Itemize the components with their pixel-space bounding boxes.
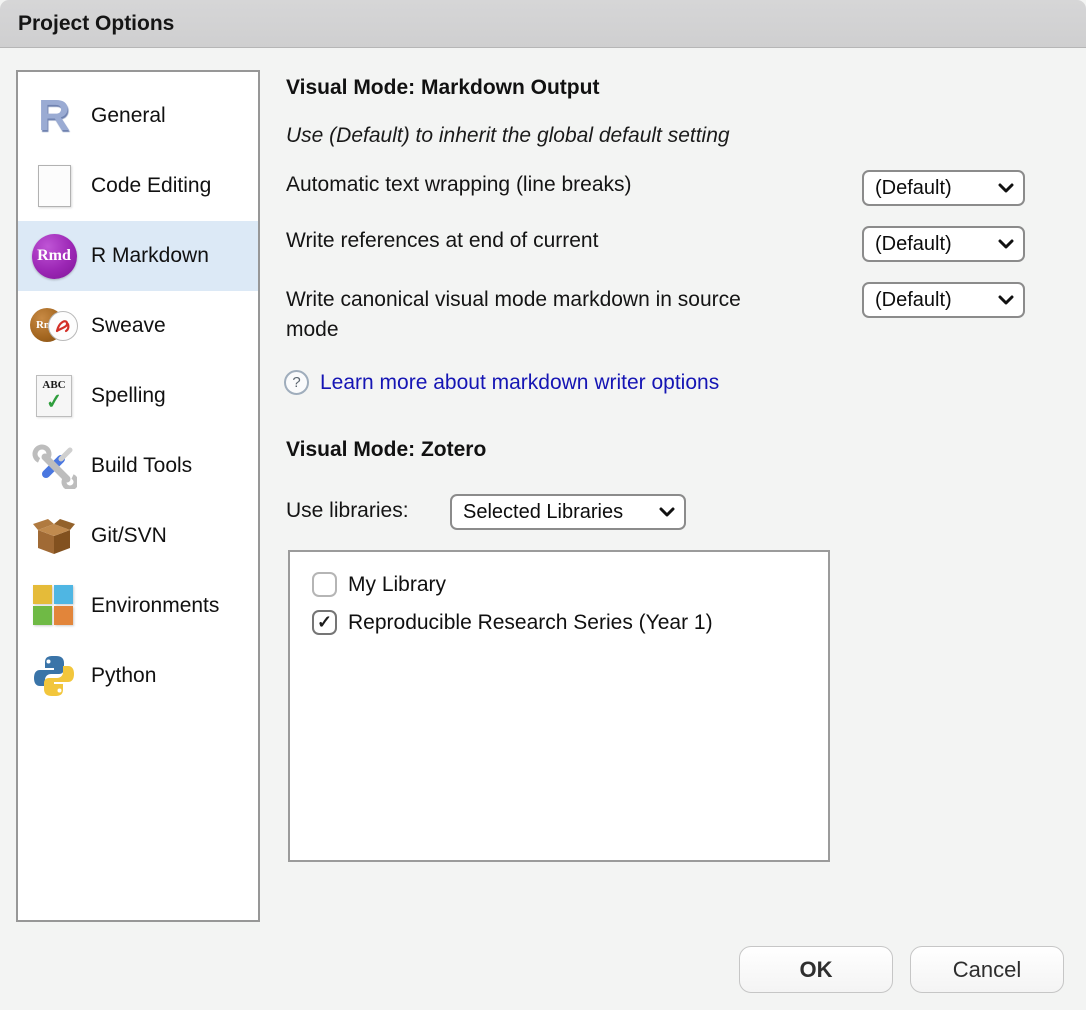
my-library-checkbox[interactable]: ✓ [312,572,337,597]
code-document-icon [30,162,78,210]
r-logo-icon: R [30,92,78,140]
sidebar-item-r-markdown[interactable]: Rmd R Markdown [18,221,258,291]
pdf-swoosh-icon [54,317,72,335]
zotero-libraries-listbox: ✓ My Library ✓ Reproducible Research Ser… [288,550,830,862]
sidebar-item-label: Python [91,664,156,688]
rmarkdown-icon: Rmd [30,232,78,280]
library-row-reproducible-research[interactable]: ✓ Reproducible Research Series (Year 1) [290,610,828,635]
sidebar-item-label: Code Editing [91,174,211,198]
spellcheck-icon: ABC ✓ [30,372,78,420]
sidebar-item-python[interactable]: Python [18,641,258,711]
reproducible-research-checkbox[interactable]: ✓ [312,610,337,635]
library-label: My Library [348,573,446,597]
sidebar-item-environments[interactable]: Environments [18,571,258,641]
use-libraries-label: Use libraries: [286,499,409,523]
zotero-heading: Visual Mode: Zotero [286,438,486,462]
window-titlebar: Project Options [0,0,1086,48]
sidebar-item-general[interactable]: R General [18,81,258,151]
text-wrapping-label: Automatic text wrapping (line breaks) [286,173,846,197]
chevron-down-icon [998,239,1014,249]
sidebar-item-label: Environments [91,594,219,618]
sidebar-item-git-svn[interactable]: Git/SVN [18,501,258,571]
sidebar-item-label: R Markdown [91,244,209,268]
package-box-icon [30,512,78,560]
canonical-markdown-select[interactable]: (Default) [862,282,1025,318]
sidebar-item-label: Sweave [91,314,166,338]
environments-cube-icon [30,582,78,630]
sweave-pdf-icon: Rnw [30,302,78,350]
sidebar-item-label: General [91,104,166,128]
sidebar-item-sweave[interactable]: Rnw Sweave [18,291,258,361]
chevron-down-icon [998,295,1014,305]
chevron-down-icon [659,507,675,517]
sidebar-item-build-tools[interactable]: Build Tools [18,431,258,501]
sidebar-item-spelling[interactable]: ABC ✓ Spelling [18,361,258,431]
build-tools-icon [30,442,78,490]
ok-button[interactable]: OK [739,946,893,993]
markdown-output-heading: Visual Mode: Markdown Output [286,76,599,100]
markdown-writer-options-link[interactable]: Learn more about markdown writer options [320,371,719,395]
default-inherit-note: Use (Default) to inherit the global defa… [286,124,730,148]
write-references-label: Write references at end of current [286,229,846,253]
library-label: Reproducible Research Series (Year 1) [348,611,713,635]
write-references-select[interactable]: (Default) [862,226,1025,262]
sidebar-item-label: Spelling [91,384,166,408]
text-wrapping-select[interactable]: (Default) [862,170,1025,206]
window-title: Project Options [0,12,174,36]
python-logo-icon [30,652,78,700]
sidebar-item-code-editing[interactable]: Code Editing [18,151,258,221]
help-icon[interactable]: ? [284,370,309,395]
options-sidebar: R General Code Editing Rmd R Markdown Rn… [16,70,260,922]
cancel-button[interactable]: Cancel [910,946,1064,993]
sidebar-item-label: Build Tools [91,454,192,478]
chevron-down-icon [998,183,1014,193]
sidebar-item-label: Git/SVN [91,524,167,548]
canonical-markdown-label: Write canonical visual mode markdown in … [286,285,746,346]
use-libraries-select[interactable]: Selected Libraries [450,494,686,530]
library-row-my-library[interactable]: ✓ My Library [290,572,828,597]
